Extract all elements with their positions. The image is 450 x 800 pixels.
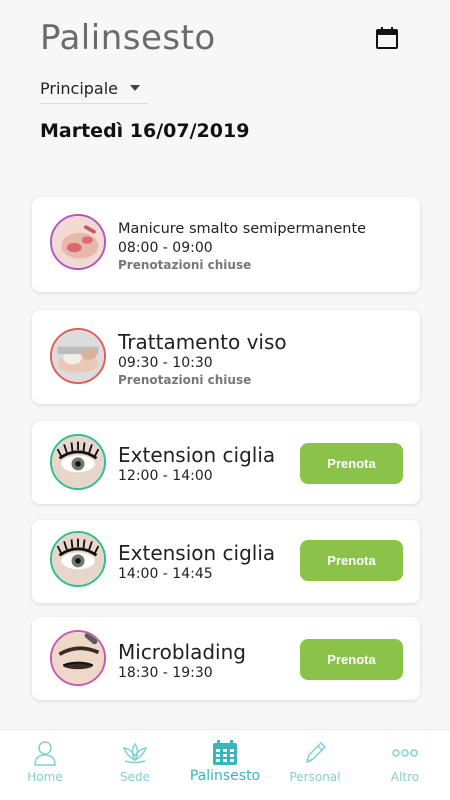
more-icon — [391, 740, 419, 766]
event-image — [50, 630, 106, 686]
nav-label: Personal — [289, 770, 341, 784]
nav-label: Home — [27, 770, 63, 784]
nav-label: Sede — [120, 770, 150, 784]
event-title: Microblading — [118, 640, 246, 664]
page-title: Palinsesto — [40, 18, 216, 58]
event-image — [50, 531, 106, 587]
event-card[interactable]: Trattamento viso 09:30 - 10:30 Prenotazi… — [32, 310, 420, 404]
event-time: 12:00 - 14:00 — [118, 468, 213, 484]
nav-item-home[interactable]: Home — [0, 730, 90, 800]
event-title: Extension ciglia — [118, 541, 276, 565]
event-card[interactable]: Extension ciglia 12:00 - 14:00 Prenota — [32, 421, 420, 504]
nav-item-palinsesto[interactable]: Palinsesto — [180, 730, 270, 800]
chevron-down-icon — [130, 85, 140, 91]
nav-item-sede[interactable]: Sede — [90, 730, 180, 800]
calendar-grid-icon — [211, 740, 239, 766]
bottom-nav: Home Sede Palinsesto Personal Altro — [0, 729, 450, 800]
pencil-icon — [301, 740, 329, 766]
date-heading: Martedì 16/07/2019 — [40, 120, 250, 142]
event-time: 14:00 - 14:45 — [118, 566, 213, 582]
nav-item-personal[interactable]: Personal — [270, 730, 360, 800]
person-icon — [31, 740, 59, 766]
event-image — [50, 434, 106, 490]
event-title: Extension ciglia — [118, 443, 276, 467]
nav-item-altro[interactable]: Altro — [360, 730, 450, 800]
nav-label: Palinsesto — [189, 768, 261, 784]
event-card[interactable]: Microblading 18:30 - 19:30 Prenota — [32, 617, 420, 700]
lotus-icon — [121, 740, 149, 766]
event-title: Trattamento viso — [118, 330, 287, 354]
event-time: 18:30 - 19:30 — [118, 665, 213, 681]
calendar-icon — [376, 27, 398, 49]
event-image — [50, 328, 106, 384]
schedule-dropdown[interactable]: Principale — [40, 74, 148, 104]
dropdown-selected-value: Principale — [40, 79, 119, 98]
event-title: Manicure smalto semipermanente — [118, 221, 367, 237]
calendar-button[interactable] — [374, 25, 400, 51]
event-image — [50, 214, 106, 270]
book-button[interactable]: Prenota — [300, 639, 403, 680]
nav-label: Altro — [390, 770, 420, 784]
event-status: Prenotazioni chiuse — [118, 258, 252, 272]
event-time: 09:30 - 10:30 — [118, 355, 213, 371]
event-card[interactable]: Manicure smalto semipermanente 08:00 - 0… — [32, 197, 420, 292]
event-time: 08:00 - 09:00 — [118, 240, 213, 256]
book-button[interactable]: Prenota — [300, 540, 403, 581]
event-status: Prenotazioni chiuse — [118, 373, 252, 387]
event-card[interactable]: Extension ciglia 14:00 - 14:45 Prenota — [32, 520, 420, 603]
book-button[interactable]: Prenota — [300, 443, 403, 484]
